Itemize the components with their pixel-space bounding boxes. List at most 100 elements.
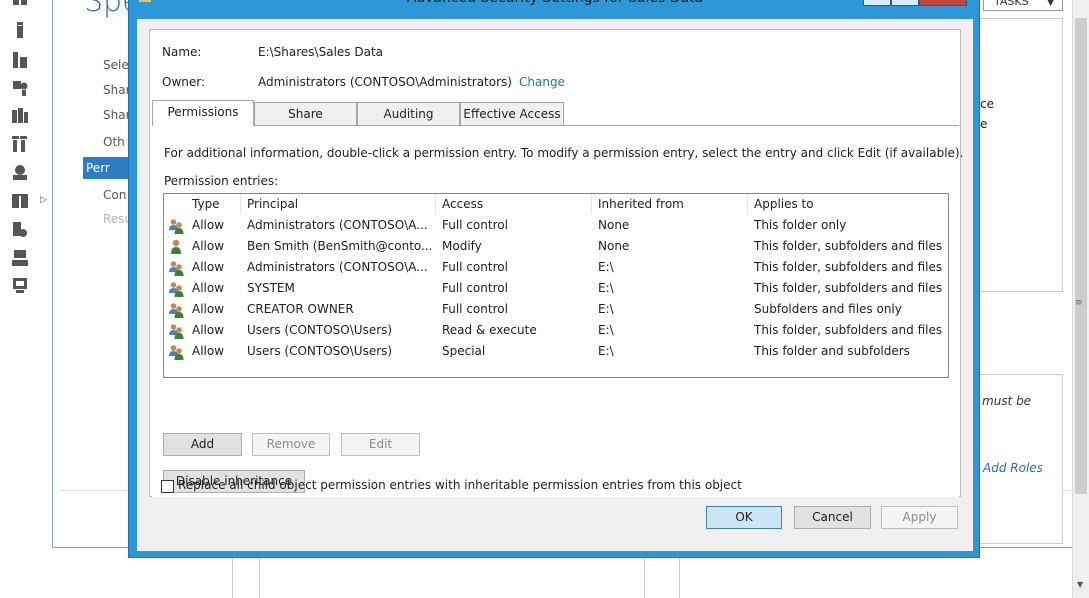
ad-ds-icon[interactable] (12, 108, 28, 123)
local-server-icon[interactable] (12, 22, 28, 38)
cell-applies-to: This folder only (754, 218, 847, 232)
cell-access: Full control (442, 218, 508, 232)
all-servers-icon[interactable] (12, 52, 28, 68)
wizard-step-permissions[interactable]: Perr (83, 157, 131, 179)
remove-button[interactable]: Remove (252, 433, 330, 456)
warning-text-fragment: must be (982, 394, 1032, 408)
cell-principal: Users (CONTOSO\Users) (247, 323, 393, 337)
column-header-applies-to[interactable]: Applies to (748, 194, 948, 214)
cancel-button[interactable]: Cancel (794, 506, 871, 529)
name-value: E:\Shares\Sales Data (258, 45, 383, 59)
add-roles-link[interactable]: Add Roles (983, 461, 1043, 475)
table-row[interactable]: Allow Users (CONTOSO\Users) Special E:\ This… (164, 341, 948, 362)
group-icon (168, 323, 184, 339)
permissions-info-text: For additional information, double-click… (164, 146, 964, 160)
cell-access: Read & execute (442, 323, 537, 337)
cell-principal: Users (CONTOSO\Users) (247, 344, 393, 358)
cell-access: Full control (442, 302, 508, 316)
tab-share[interactable]: Share (254, 102, 357, 126)
dialog-app-icon (139, 0, 151, 2)
cell-type: Allow (192, 218, 225, 232)
dialog-title: Advanced Security Settings for Sales Dat… (129, 0, 981, 11)
scrollbar-grip-icon: ≡ (1075, 298, 1083, 308)
server-manager-nav-rail: ▷ (0, 0, 52, 598)
cell-access: Modify (442, 239, 482, 253)
cell-applies-to: This folder and subfolders (754, 344, 910, 358)
cell-inherited-from: E:\ (598, 281, 614, 295)
cell-type: Allow (192, 239, 225, 253)
advanced-security-settings-dialog: Advanced Security Settings for Sales Dat… (128, 0, 980, 558)
file-storage-icon[interactable] (12, 194, 28, 208)
right-info-pane: ce e (979, 18, 1063, 292)
iis-icon[interactable] (12, 222, 28, 237)
group-icon (168, 281, 184, 297)
cell-inherited-from: E:\ (598, 344, 614, 358)
cell-principal: Ben Smith (BenSmith@conto... (247, 239, 433, 253)
group-icon (168, 302, 184, 318)
user-icon (168, 239, 184, 255)
name-label: Name: (162, 45, 202, 59)
scrollbar-thumb[interactable] (1075, 18, 1087, 494)
owner-value: Administrators (CONTOSO\Administrators) (258, 75, 512, 89)
scroll-down-arrow-icon[interactable]: ▼ (1077, 580, 1083, 589)
cell-inherited-from: None (598, 218, 630, 232)
expand-arrow-icon[interactable]: ▷ (40, 195, 47, 205)
chevron-down-icon: ▼ (1047, 0, 1054, 8)
permission-entries-label: Permission entries: (164, 174, 279, 188)
cell-type: Allow (192, 302, 225, 316)
cell-type: Allow (192, 344, 225, 358)
table-row[interactable]: Allow CREATOR OWNER Full control E:\ Subfold… (164, 299, 948, 320)
print-services-icon[interactable] (12, 250, 28, 266)
group-icon (168, 344, 184, 360)
tab-auditing[interactable]: Auditing (357, 102, 460, 126)
table-row[interactable]: Allow Administrators (CONTOSO\A... Full co… (164, 257, 948, 278)
right-pane-text-fragment: ce (980, 97, 994, 111)
table-row[interactable]: Allow Administrators (CONTOSO\A... Full co… (164, 215, 948, 236)
cell-inherited-from: E:\ (598, 302, 614, 316)
group-icon (168, 260, 184, 276)
cell-applies-to: This folder, subfolders and files (754, 323, 943, 337)
change-owner-link[interactable]: Change (519, 75, 565, 89)
cell-type: Allow (192, 281, 225, 295)
ad-cs-icon[interactable] (12, 80, 28, 96)
apply-button[interactable]: Apply (881, 506, 958, 529)
edit-button[interactable]: Edit (341, 433, 420, 456)
tab-effective-access[interactable]: Effective Access (460, 102, 564, 126)
tab-permissions[interactable]: Permissions (152, 100, 254, 126)
content-frame: Name: E:\Shares\Sales Data Owner: Admini… (149, 29, 963, 497)
cell-access: Full control (442, 281, 508, 295)
cell-inherited-from: None (598, 239, 630, 253)
cell-access: Special (442, 344, 486, 358)
ad-fs-icon[interactable] (12, 136, 28, 152)
close-button[interactable] (919, 0, 967, 6)
ad-rms-icon[interactable] (12, 164, 28, 180)
replace-child-permissions-checkbox[interactable] (161, 480, 174, 493)
cell-inherited-from: E:\ (598, 260, 614, 274)
column-header-access[interactable]: Access (436, 194, 592, 214)
cell-principal: Administrators (CONTOSO\A... (247, 260, 428, 274)
cell-principal: SYSTEM (247, 281, 295, 295)
permission-entries-list[interactable]: Type Principal Access Inherited from App… (163, 193, 949, 378)
minimize-button[interactable] (863, 0, 891, 6)
column-header-inherited-from[interactable]: Inherited from (592, 194, 748, 214)
cell-applies-to: Subfolders and files only (754, 302, 902, 316)
table-row[interactable]: Allow Users (CONTOSO\Users) Read & execute… (164, 320, 948, 341)
maximize-button[interactable] (891, 0, 919, 6)
remote-desktop-icon[interactable] (12, 278, 28, 293)
column-header-principal[interactable]: Principal (241, 194, 436, 214)
cell-access: Full control (442, 260, 508, 274)
tasks-dropdown-button[interactable]: TASKS ▼ (983, 0, 1063, 11)
table-row[interactable]: Allow SYSTEM Full control E:\ This folder, s… (164, 278, 948, 299)
cell-inherited-from: E:\ (598, 323, 614, 337)
cell-type: Allow (192, 323, 225, 337)
cell-applies-to: This folder, subfolders and files (754, 260, 943, 274)
column-header-type[interactable]: Type (186, 194, 241, 214)
add-button[interactable]: Add (163, 433, 242, 456)
cell-principal: Administrators (CONTOSO\A... (247, 218, 428, 232)
permissions-tab-panel: For additional information, double-click… (152, 125, 963, 497)
dashboard-icon[interactable] (12, 0, 28, 10)
cell-principal: CREATOR OWNER (247, 302, 354, 316)
dialog-client-area: Name: E:\Shares\Sales Data Owner: Admini… (137, 19, 973, 551)
ok-button[interactable]: OK (706, 506, 782, 529)
table-row[interactable]: Allow Ben Smith (BenSmith@conto... Modify N… (164, 236, 948, 257)
